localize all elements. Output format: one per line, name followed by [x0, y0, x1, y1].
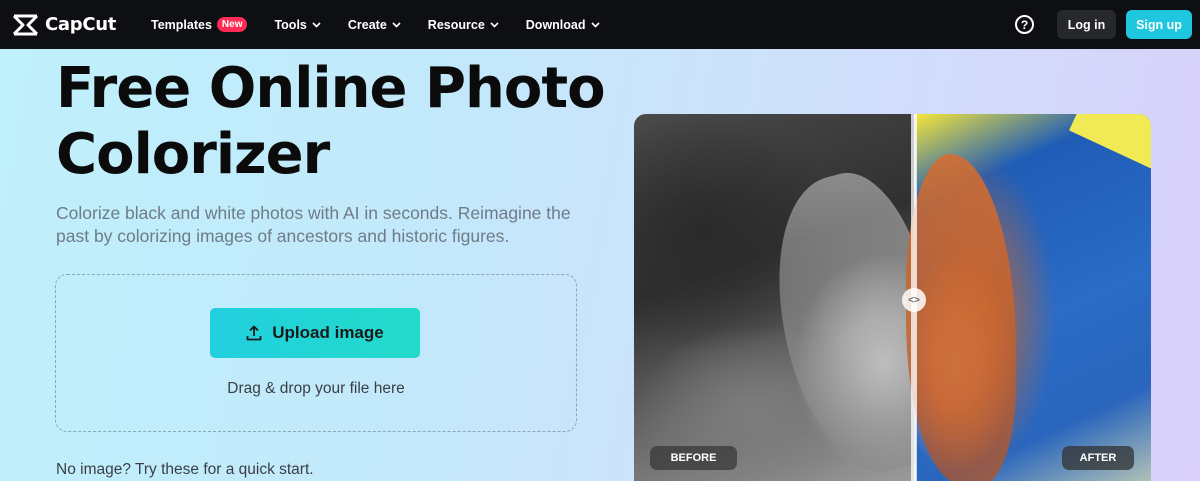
nav-item-label: Templates — [151, 17, 212, 32]
compare-handle-icon[interactable]: <> — [902, 288, 926, 312]
chevron-down-icon — [490, 21, 499, 28]
nav-item-tools[interactable]: Tools — [274, 17, 321, 32]
before-after-comparison[interactable]: <> BEFORE AFTER — [634, 114, 1151, 481]
capcut-logo-icon — [12, 14, 39, 35]
after-image-detail — [906, 154, 1016, 481]
nav-links: Templates New Tools Create Resource Down… — [151, 0, 627, 49]
hero-description: Colorize black and white photos with AI … — [56, 203, 571, 246]
nav-item-label: Resource — [427, 17, 485, 32]
chevron-down-icon — [392, 21, 401, 28]
nav-item-download[interactable]: Download — [526, 18, 600, 32]
page-title: Free Online Photo Colorizer — [56, 56, 616, 188]
quick-start-text: No image? Try these for a quick start. — [56, 461, 314, 478]
top-navbar: CapCut Templates New Tools Create Resour… — [0, 0, 1200, 49]
help-icon[interactable]: ? — [1015, 15, 1034, 34]
drop-hint: Drag & drop your file here — [227, 380, 405, 397]
title-line-1: Free Online Photo — [56, 56, 606, 121]
chevron-down-icon — [590, 21, 600, 28]
capcut-logo[interactable]: CapCut — [12, 12, 116, 37]
logo-text: CapCut — [45, 14, 117, 35]
before-label: BEFORE — [650, 446, 737, 470]
chevron-down-icon — [312, 21, 321, 28]
after-image-detail — [1069, 114, 1151, 169]
nav-item-label: Download — [525, 17, 586, 32]
nav-item-create[interactable]: Create — [348, 18, 401, 32]
after-label: AFTER — [1062, 446, 1134, 470]
signup-button[interactable]: Sign up — [1126, 10, 1192, 39]
nav-item-label: Create — [347, 17, 387, 32]
after-image — [906, 114, 1151, 481]
nav-item-resource[interactable]: Resource — [428, 18, 499, 32]
login-button[interactable]: Log in — [1057, 10, 1116, 39]
upload-image-button[interactable]: Upload image — [210, 308, 420, 358]
file-drop-zone[interactable]: Upload image Drag & drop your file here — [55, 274, 577, 432]
nav-item-label: Tools — [274, 17, 307, 32]
new-badge: New — [216, 17, 248, 32]
title-line-2: Colorizer — [56, 122, 330, 187]
upload-button-label: Upload image — [272, 323, 384, 342]
nav-item-templates[interactable]: Templates New — [151, 17, 248, 32]
upload-icon — [246, 325, 262, 341]
before-image — [634, 114, 971, 481]
